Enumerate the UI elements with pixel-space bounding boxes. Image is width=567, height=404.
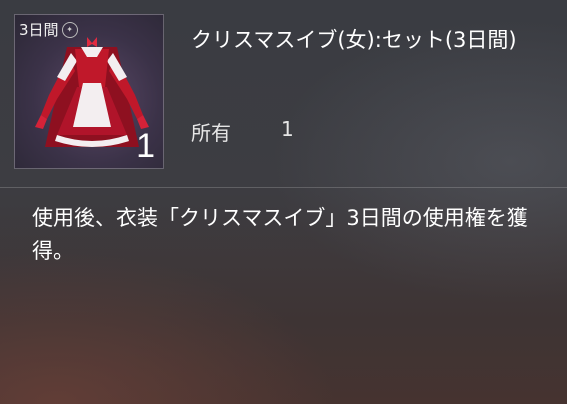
duration-label: 3日間 [19, 21, 59, 39]
owned-row: 所有 1 [191, 117, 294, 146]
item-name: クリスマスイブ(女):セット(3日間) [191, 28, 517, 52]
owned-count: 1 [281, 117, 294, 141]
owned-label: 所有 [191, 121, 231, 145]
item-detail-panel: 3日間 ✦ 1 クリスマスイブ(女):セット(3日間) 所有 1 使用後、衣装「… [0, 0, 567, 404]
item-card[interactable]: 3日間 ✦ 1 [14, 14, 164, 169]
divider [0, 187, 567, 188]
duration-badge: 3日間 ✦ [19, 19, 78, 40]
lock-icon: ✦ [61, 21, 78, 38]
item-description: 使用後、衣装「クリスマスイブ」3日間の使用権を獲得。 [32, 206, 528, 263]
item-quantity: 1 [136, 127, 155, 165]
